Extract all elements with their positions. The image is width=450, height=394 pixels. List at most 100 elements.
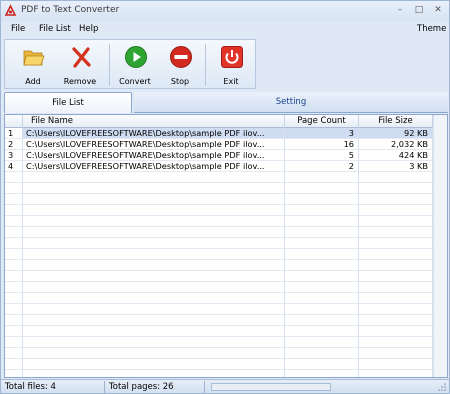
empty-grid-row [5, 348, 447, 359]
file-list-table[interactable]: File Name Page Count File Size 1 C:\User… [4, 114, 448, 378]
menu-help[interactable]: Help [79, 24, 98, 34]
empty-cell [359, 348, 433, 359]
empty-grid-row [5, 172, 447, 183]
empty-cell [285, 238, 359, 249]
empty-grid-row [5, 282, 447, 293]
tab-strip: File List Setting [4, 92, 448, 114]
pdf-app-icon [4, 4, 17, 16]
row-file-name: C:\Users\ILOVEFREESOFTWARE\Desktop\sampl… [23, 150, 285, 161]
stop-button[interactable]: Stop [157, 42, 203, 88]
empty-grid-row [5, 183, 447, 194]
vertical-scrollbar[interactable] [433, 115, 447, 377]
tab-setting[interactable]: Setting [134, 92, 448, 113]
table-row[interactable]: 4 C:\Users\ILOVEFREESOFTWARE\Desktop\sam… [5, 161, 447, 172]
row-file-size: 424 KB [359, 150, 433, 161]
table-header: File Name Page Count File Size [5, 115, 447, 128]
row-index: 4 [5, 161, 23, 172]
remove-button[interactable]: Remove [57, 42, 103, 88]
empty-cell [285, 183, 359, 194]
row-file-size: 92 KB [359, 128, 433, 139]
convert-button[interactable]: Convert [112, 42, 158, 88]
header-page-count[interactable]: Page Count [285, 115, 359, 128]
tab-file-list[interactable]: File List [4, 92, 132, 113]
empty-cell [23, 183, 285, 194]
row-file-size: 3 KB [359, 161, 433, 172]
empty-cell [359, 326, 433, 337]
table-row[interactable]: 1 C:\Users\ILOVEFREESOFTWARE\Desktop\sam… [5, 128, 447, 139]
close-button[interactable]: ✕ [431, 4, 445, 16]
empty-grid-row [5, 304, 447, 315]
row-page-count: 3 [285, 128, 359, 139]
empty-grid-row [5, 216, 447, 227]
empty-cell [23, 326, 285, 337]
empty-cell [23, 271, 285, 282]
empty-cell [5, 293, 23, 304]
empty-cell [359, 304, 433, 315]
row-page-count: 5 [285, 150, 359, 161]
empty-cell [5, 304, 23, 315]
empty-cell [285, 205, 359, 216]
empty-cell [23, 315, 285, 326]
empty-cell [23, 304, 285, 315]
row-file-name: C:\Users\ILOVEFREESOFTWARE\Desktop\sampl… [23, 161, 285, 172]
empty-cell [359, 227, 433, 238]
empty-cell [359, 194, 433, 205]
minimize-button[interactable]: – [393, 4, 407, 16]
empty-cell [359, 205, 433, 216]
empty-cell [5, 370, 23, 377]
remove-label: Remove [63, 77, 97, 86]
row-file-name: C:\Users\ILOVEFREESOFTWARE\Desktop\sampl… [23, 128, 285, 139]
row-file-name: C:\Users\ILOVEFREESOFTWARE\Desktop\sampl… [23, 139, 285, 150]
exit-button[interactable]: Exit [208, 42, 254, 88]
empty-cell [23, 249, 285, 260]
empty-cell [359, 315, 433, 326]
empty-cell [5, 172, 23, 183]
resize-grip-icon[interactable] [438, 383, 446, 391]
empty-cell [359, 359, 433, 370]
row-file-size: 2,032 KB [359, 139, 433, 150]
play-icon [125, 46, 147, 68]
maximize-button[interactable]: □ [412, 4, 426, 16]
empty-cell [23, 205, 285, 216]
empty-grid-row [5, 249, 447, 260]
empty-cell [5, 282, 23, 293]
status-empty-segment [335, 381, 435, 393]
empty-cell [5, 260, 23, 271]
menu-file-list[interactable]: File List [39, 24, 71, 34]
add-button[interactable]: Add [10, 42, 56, 88]
empty-cell [359, 260, 433, 271]
empty-cell [23, 370, 285, 377]
empty-cell [285, 293, 359, 304]
empty-grid-row [5, 194, 447, 205]
empty-cell [5, 326, 23, 337]
empty-cell [285, 282, 359, 293]
empty-grid-row [5, 205, 447, 216]
empty-cell [285, 348, 359, 359]
title-bar: PDF to Text Converter – □ ✕ [1, 1, 449, 21]
empty-grid-row [5, 238, 447, 249]
header-file-size[interactable]: File Size [359, 115, 433, 128]
empty-cell [23, 194, 285, 205]
row-page-count: 2 [285, 161, 359, 172]
empty-cell [23, 348, 285, 359]
empty-cell [23, 238, 285, 249]
toolbar-separator [205, 44, 206, 86]
total-pages-status: Total pages: 26 [105, 381, 205, 393]
empty-cell [23, 282, 285, 293]
empty-grid-row [5, 260, 447, 271]
folder-open-icon [23, 50, 45, 66]
table-row[interactable]: 2 C:\Users\ILOVEFREESOFTWARE\Desktop\sam… [5, 139, 447, 150]
menu-theme[interactable]: Theme [417, 24, 446, 34]
empty-cell [359, 238, 433, 249]
empty-cell [23, 216, 285, 227]
menu-file[interactable]: File [11, 24, 25, 34]
empty-cell [359, 216, 433, 227]
empty-cell [5, 348, 23, 359]
empty-cell [5, 227, 23, 238]
empty-cell [23, 172, 285, 183]
empty-cell [23, 260, 285, 271]
empty-cell [285, 216, 359, 227]
header-file-name[interactable]: File Name [23, 115, 285, 128]
empty-cell [5, 359, 23, 370]
table-row[interactable]: 3 C:\Users\ILOVEFREESOFTWARE\Desktop\sam… [5, 150, 447, 161]
